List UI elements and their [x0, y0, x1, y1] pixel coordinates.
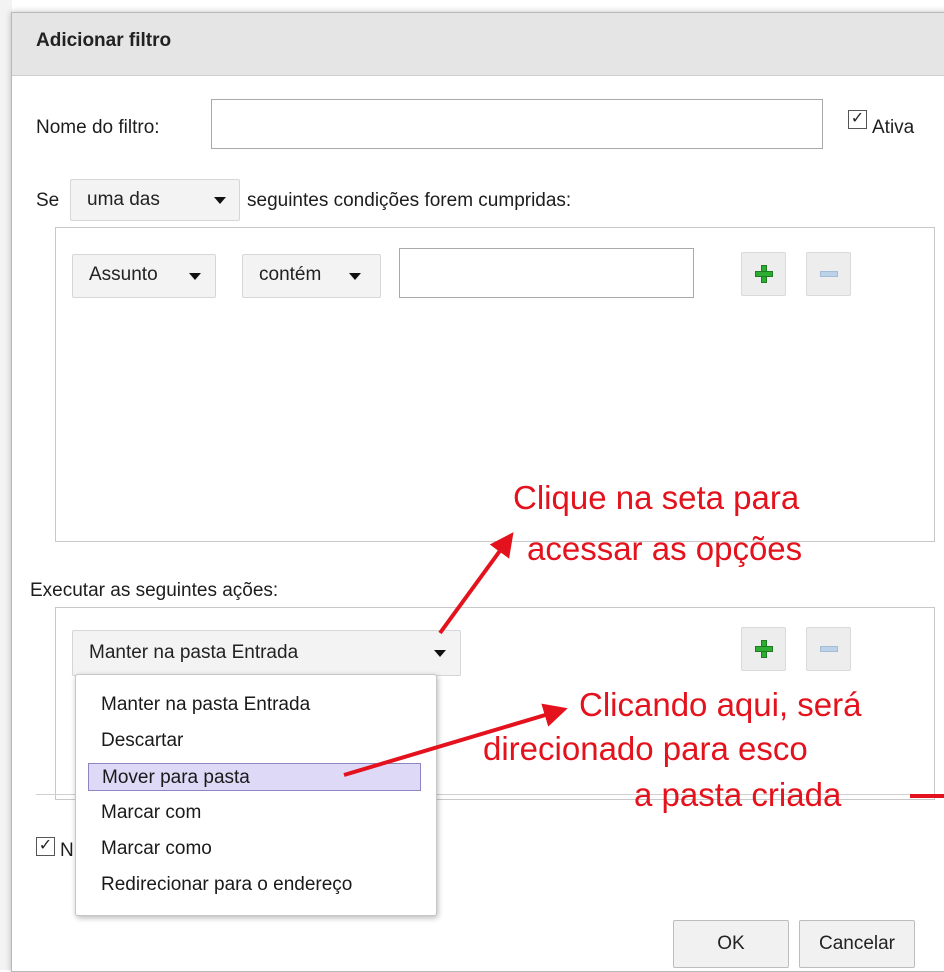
arrow-to-option: [343, 703, 568, 777]
arrow-to-note: [438, 532, 514, 635]
annotation-arrows: [343, 532, 944, 798]
